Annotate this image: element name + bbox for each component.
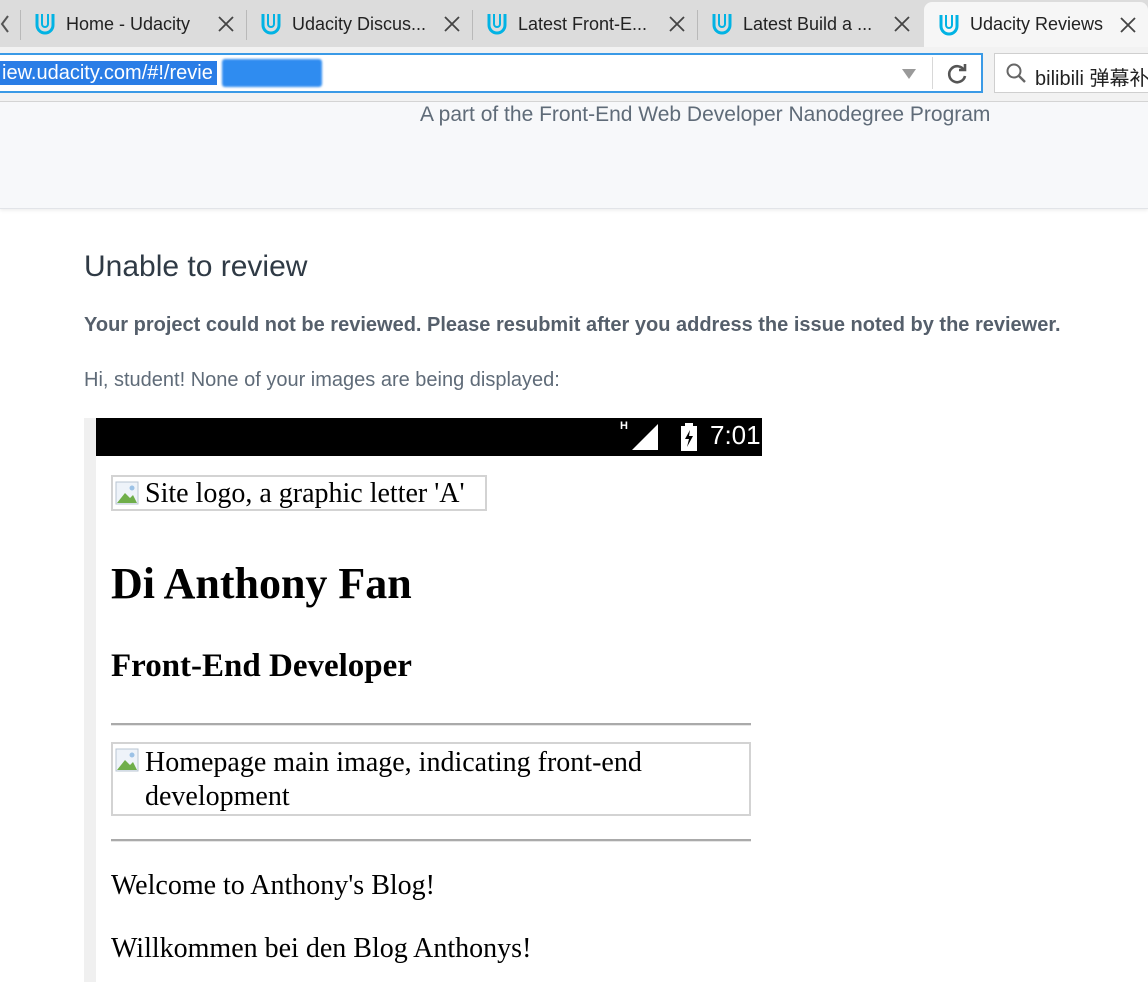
network-type: H [620,420,628,432]
broken-logo-image: Site logo, a graphic letter 'A' [111,475,487,511]
tab-separator [20,10,21,40]
tab-strip: Home - Udacity Udacity Discus... Latest … [0,0,1148,48]
udacity-logo-icon [487,14,507,35]
reviewer-message: Hi, student! None of your images are bei… [84,369,560,391]
udacity-logo-icon [261,14,281,35]
page-title: Unable to review [84,250,308,283]
tab-separator [246,10,247,40]
phone-status-bar: H 7:01 [96,418,762,456]
tab-separator [697,10,698,40]
search-icon [1006,63,1026,83]
tab-title: Latest Build a ... [743,13,873,34]
tab-title: Latest Front-E... [518,13,648,34]
broken-image-icon [115,748,139,772]
tab-home-udacity[interactable]: Home - Udacity [20,2,246,46]
reload-icon[interactable] [946,62,970,86]
page-header: A part of the Front-End Web Developer Na… [0,102,1148,209]
tab-separator [472,10,473,40]
welcome-paragraph-german: Willkommen bei den Blog Anthonys! [111,933,532,964]
tab-title: Udacity Discus... [292,13,427,34]
tab-latest-front-end[interactable]: Latest Front-E... [472,2,697,46]
tab-title: Home - Udacity [66,13,191,34]
broken-image-icon [115,481,139,505]
close-icon[interactable] [1118,15,1138,35]
welcome-paragraph: Welcome to Anthony's Blog! [111,870,435,901]
battery-icon [681,423,697,451]
logo-alt-text: Site logo, a graphic letter 'A' [145,478,465,509]
broken-main-image: Homepage main image, indicating front-en… [111,742,751,816]
tab-title: Udacity Reviews [970,14,1104,34]
close-icon[interactable] [216,14,236,34]
close-icon[interactable] [442,14,462,34]
status-time: 7:01 [710,420,761,450]
divider [932,57,933,89]
review-summary: Your project could not be reviewed. Plea… [84,314,1061,336]
close-icon[interactable] [667,14,687,34]
nanodegree-subtitle: A part of the Front-End Web Developer Na… [420,103,991,126]
search-input[interactable]: bilibili 弹幕补 [1035,62,1148,91]
main-image-alt-text: Homepage main image, indicating front-en… [145,747,642,812]
udacity-logo-icon [35,14,55,35]
horizontal-rule [111,839,751,842]
udacity-logo-icon [712,14,732,35]
chevron-left-icon[interactable] [0,14,10,34]
search-box[interactable]: bilibili 弹幕补 [994,53,1148,93]
dropdown-arrow-icon[interactable] [902,69,916,79]
tab-udacity-reviews[interactable]: Udacity Reviews [924,2,1148,47]
tab-udacity-discussions[interactable]: Udacity Discus... [246,2,472,46]
signal-icon [632,424,658,450]
address-bar[interactable]: iew.udacity.com/#!/revie [0,53,983,93]
url-redaction [222,59,322,87]
url-text[interactable]: iew.udacity.com/#!/revie [0,61,217,85]
site-subheading: Front-End Developer [111,648,412,684]
tab-latest-build[interactable]: Latest Build a ... [697,2,922,46]
navigation-toolbar: iew.udacity.com/#!/revie bilibili 弹幕补 [0,47,1148,102]
screenshot-border [84,418,96,982]
udacity-logo-icon [939,14,959,35]
close-icon[interactable] [892,14,912,34]
horizontal-rule [111,723,751,726]
reviewer-screenshot: H 7:01 Site logo, a graphic letter 'A' D… [84,418,764,982]
site-heading: Di Anthony Fan [111,559,412,608]
